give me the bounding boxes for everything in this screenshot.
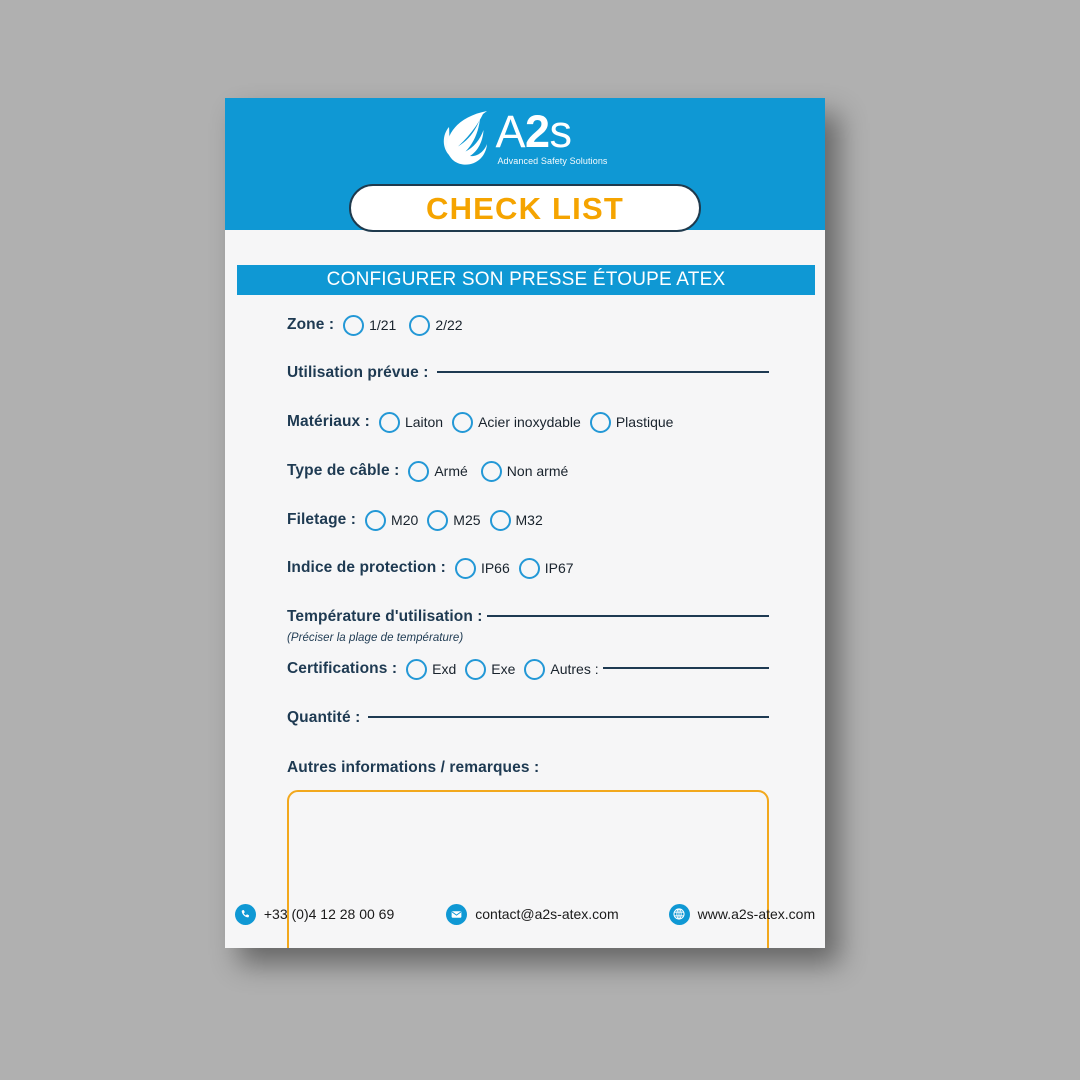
radio-materiaux-acier-inoxydable[interactable] xyxy=(452,411,474,433)
option-label-autres: Autres : xyxy=(550,661,599,677)
write-in-line-utilisation-prevue[interactable] xyxy=(436,370,769,373)
field-row-filetage: Filetage : M20 M25 M32 xyxy=(287,507,769,533)
footer-website[interactable]: www.a2s-atex.com xyxy=(668,903,816,925)
radio-certifications-exe[interactable] xyxy=(465,658,487,680)
option-zone-2-22[interactable]: 2/22 xyxy=(409,314,463,336)
option-label: M25 xyxy=(453,512,481,528)
footer-phone[interactable]: +33 (0)4 12 28 00 69 xyxy=(234,903,395,925)
option-label: Exe xyxy=(491,661,516,677)
field-label-autres-informations: Autres informations / remarques : xyxy=(287,759,540,776)
field-row-certifications: Certifications : Exd Exe Autres : xyxy=(287,656,769,682)
radio-zone-2-22[interactable] xyxy=(409,314,431,336)
option-label: Non armé xyxy=(506,463,569,479)
option-label: M32 xyxy=(515,512,543,528)
document-body: CONFIGURER SON PRESSE ÉTOUPE ATEX Zone :… xyxy=(225,265,825,948)
field-row-temperature-utilisation: Température d'utilisation : xyxy=(287,604,769,630)
option-materiaux-acier-inoxydable[interactable]: Acier inoxydable xyxy=(452,411,581,433)
brand-logo: A2s Advanced Safety Solutions xyxy=(225,107,825,167)
checklist-form: Zone : 1/21 2/22 Utilisation prévue : Ma… xyxy=(225,312,825,948)
footer-email[interactable]: contact@a2s-atex.com xyxy=(446,903,619,925)
option-cable-non-arme[interactable]: Non armé xyxy=(480,460,569,482)
option-label: Plastique xyxy=(615,414,674,430)
brand-letter-s: s xyxy=(549,106,573,157)
radio-cable-arme[interactable] xyxy=(408,460,430,482)
radio-materiaux-laiton[interactable] xyxy=(378,411,400,433)
option-filetage-m32[interactable]: M32 xyxy=(489,509,543,531)
radio-materiaux-plastique[interactable] xyxy=(589,411,611,433)
radio-filetage-m32[interactable] xyxy=(489,509,511,531)
field-label-filetage: Filetage : xyxy=(287,511,357,528)
option-zone-1-21[interactable]: 1/21 xyxy=(343,314,397,336)
option-label: Acier inoxydable xyxy=(478,414,581,430)
radio-indice-ip67[interactable] xyxy=(518,557,540,579)
field-label-zone: Zone : xyxy=(287,316,335,333)
option-label: IP67 xyxy=(544,560,574,576)
radio-zone-1-21[interactable] xyxy=(343,314,365,336)
section-header-label: CONFIGURER SON PRESSE ÉTOUPE ATEX xyxy=(326,269,726,290)
option-label: IP66 xyxy=(480,560,510,576)
brand-wordmark: A2s xyxy=(495,106,573,157)
field-label-utilisation-prevue: Utilisation prévue : xyxy=(287,364,429,381)
option-materiaux-laiton[interactable]: Laiton xyxy=(378,411,444,433)
field-row-quantite: Quantité : xyxy=(287,705,769,731)
option-indice-ip67[interactable]: IP67 xyxy=(518,557,574,579)
field-label-materiaux: Matériaux : xyxy=(287,413,370,430)
radio-certifications-autres[interactable] xyxy=(524,658,546,680)
option-filetage-m20[interactable]: M20 xyxy=(365,509,419,531)
radio-cable-non-arme[interactable] xyxy=(480,460,502,482)
write-in-line-temperature-utilisation[interactable] xyxy=(486,614,769,617)
field-label-quantite: Quantité : xyxy=(287,709,361,726)
option-certifications-autres[interactable]: Autres : xyxy=(524,658,599,680)
option-label: 1/21 xyxy=(369,317,397,333)
radio-filetage-m20[interactable] xyxy=(365,509,387,531)
field-hint-temperature-utilisation: (Préciser la plage de température) xyxy=(287,632,464,644)
envelope-icon xyxy=(446,903,468,925)
option-label: Laiton xyxy=(404,414,444,430)
radio-indice-ip66[interactable] xyxy=(454,557,476,579)
section-header-bar: CONFIGURER SON PRESSE ÉTOUPE ATEX xyxy=(237,265,815,295)
write-in-line-quantite[interactable] xyxy=(368,715,769,718)
document-footer: +33 (0)4 12 28 00 69 contact@a2s-atex.co… xyxy=(225,884,825,948)
brand-letter-a: A xyxy=(495,106,525,157)
option-label: Armé xyxy=(434,463,468,479)
field-label-type-de-cable: Type de câble : xyxy=(287,462,400,479)
option-cable-arme[interactable]: Armé xyxy=(408,460,468,482)
brand-tagline: Advanced Safety Solutions xyxy=(497,156,608,166)
write-in-line-certifications-autres[interactable] xyxy=(602,666,769,669)
option-certifications-exe[interactable]: Exe xyxy=(465,658,516,680)
phone-icon xyxy=(234,903,256,925)
footer-email-text: contact@a2s-atex.com xyxy=(475,906,619,922)
field-row-utilisation-prevue: Utilisation prévue : xyxy=(287,360,769,386)
checklist-document: A2s Advanced Safety Solutions CHECK LIST… xyxy=(225,98,825,948)
radio-filetage-m25[interactable] xyxy=(427,509,449,531)
field-row-materiaux: Matériaux : Laiton Acier inoxydable Plas… xyxy=(287,409,769,435)
checklist-title-badge-wrap: CHECK LIST xyxy=(225,184,825,232)
field-row-type-de-cable: Type de câble : Armé Non armé xyxy=(287,458,769,484)
footer-phone-text: +33 (0)4 12 28 00 69 xyxy=(263,906,395,922)
option-materiaux-plastique[interactable]: Plastique xyxy=(589,411,674,433)
option-certifications-exd[interactable]: Exd xyxy=(406,658,457,680)
field-label-indice-de-protection: Indice de protection : xyxy=(287,559,446,576)
option-indice-ip66[interactable]: IP66 xyxy=(454,557,510,579)
field-label-temperature-utilisation: Température d'utilisation : xyxy=(287,608,483,625)
option-label: Exd xyxy=(432,661,457,677)
footer-website-text: www.a2s-atex.com xyxy=(697,906,816,922)
checklist-title-label: CHECK LIST xyxy=(426,190,624,226)
field-label-certifications: Certifications : xyxy=(287,660,398,677)
option-label: M20 xyxy=(391,512,419,528)
checklist-title-badge: CHECK LIST xyxy=(349,184,701,232)
brand-digit-2: 2 xyxy=(524,106,550,157)
field-row-autres-informations: Autres informations / remarques : xyxy=(287,755,769,781)
globe-icon xyxy=(668,903,690,925)
option-filetage-m25[interactable]: M25 xyxy=(427,509,481,531)
option-label: 2/22 xyxy=(435,317,463,333)
field-row-indice-de-protection: Indice de protection : IP66 IP67 xyxy=(287,555,769,581)
radio-certifications-exd[interactable] xyxy=(406,658,428,680)
leaf-flame-logo-icon xyxy=(442,109,494,167)
field-row-zone: Zone : 1/21 2/22 xyxy=(287,312,769,338)
